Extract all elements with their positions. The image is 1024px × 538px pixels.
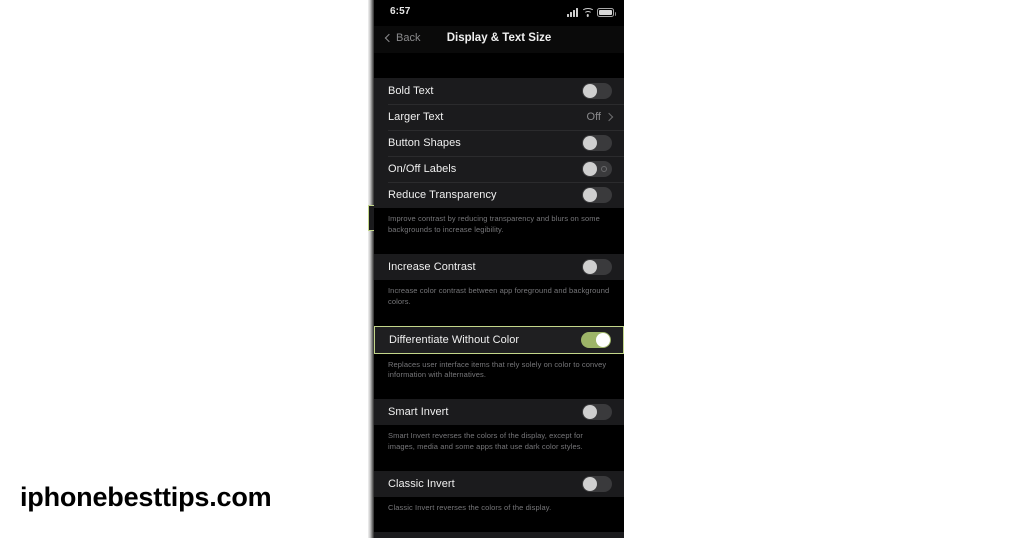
- settings-row-label: Larger Text: [388, 111, 444, 123]
- wifi-icon: [581, 8, 594, 17]
- settings-row-control: [582, 135, 612, 151]
- settings-row[interactable]: Increase Contrast: [374, 253, 624, 280]
- settings-row[interactable]: On/Off Labels: [374, 156, 624, 182]
- settings-row-control: [582, 476, 612, 492]
- toggle-knob: [596, 332, 610, 347]
- footer-text: Improve contrast by reducing transparenc…: [388, 214, 600, 234]
- footer-text: Classic Invert reverses the colors of th…: [388, 503, 552, 512]
- settings-row-label: Button Shapes: [388, 137, 461, 149]
- settings-group-footer: Classic Invert reverses the colors of th…: [374, 497, 624, 522]
- toggle-knob: [583, 477, 597, 491]
- toggle-switch[interactable]: [582, 161, 612, 177]
- toggle-switch[interactable]: [581, 331, 611, 348]
- settings-group: Bold Text Larger Text Off Button Shapes On/O…: [374, 78, 624, 208]
- toggle-knob: [583, 405, 597, 420]
- group-spacer: [374, 243, 624, 254]
- settings-row[interactable]: Button Shapes: [374, 130, 624, 156]
- settings-row[interactable]: Larger Text Off: [374, 104, 624, 130]
- toggle-switch[interactable]: [582, 404, 612, 421]
- settings-group-footer: Improve contrast by reducing transparenc…: [374, 208, 624, 244]
- group-spacer: [374, 461, 624, 471]
- settings-group: Classic Invert: [374, 471, 624, 497]
- settings-row-control: [582, 404, 612, 421]
- settings-row-label: Increase Contrast: [388, 260, 476, 273]
- screenshot-canvas: iphonebesttips.com 6:57 Back Display & T…: [0, 0, 1024, 538]
- settings-row-label: Bold Text: [388, 85, 434, 97]
- settings-group-footer: Smart Invert reverses the colors of the …: [374, 425, 624, 461]
- toggle-switch[interactable]: [582, 476, 612, 492]
- toggle-switch[interactable]: [582, 258, 612, 275]
- phone-frame: 6:57 Back Display & Text Size Bold Text …: [368, 0, 624, 538]
- settings-row[interactable]: Reduce Transparency: [374, 182, 624, 208]
- settings-row-label: Differentiate Without Color: [389, 333, 520, 346]
- settings-row-control: [582, 161, 612, 177]
- settings-row-control: [582, 187, 612, 203]
- navigation-bar: Back Display & Text Size: [374, 26, 624, 53]
- status-time: 6:57: [390, 6, 411, 17]
- settings-row-control: [581, 331, 611, 348]
- chevron-right-icon: [604, 112, 614, 122]
- settings-group-footer: Replaces user interface items that rely …: [374, 353, 624, 390]
- settings-row[interactable]: Color FiltersOff: [374, 531, 624, 538]
- toggle-knob: [583, 162, 597, 176]
- site-watermark: iphonebesttips.com: [20, 482, 272, 512]
- settings-group: Increase Contrast: [374, 253, 624, 280]
- group-spacer: [374, 315, 624, 326]
- settings-row-label: On/Off Labels: [388, 163, 457, 175]
- toggle-knob: [583, 136, 597, 150]
- settings-group: Differentiate Without Color: [375, 326, 623, 353]
- cellular-signal-icon: [567, 8, 578, 17]
- settings-row-control: [582, 258, 612, 275]
- settings-row[interactable]: Bold Text: [374, 78, 624, 104]
- settings-row-value: Off: [586, 111, 601, 123]
- settings-row-control: Off: [586, 111, 614, 123]
- settings-row-control: [582, 83, 612, 99]
- footer-text: Smart Invert reverses the colors of the …: [388, 431, 584, 452]
- settings-row[interactable]: Differentiate Without Color: [375, 326, 623, 353]
- nav-gap: [374, 53, 624, 78]
- status-icons: [567, 8, 616, 17]
- settings-group-footer: Increase color contrast between app fore…: [374, 279, 624, 316]
- settings-group: Color FiltersOff: [374, 531, 624, 538]
- highlighted-setting: Differentiate Without Color: [374, 325, 624, 354]
- toggle-knob: [583, 188, 597, 202]
- toggle-switch[interactable]: [582, 83, 612, 99]
- settings-row-label: Reduce Transparency: [388, 189, 497, 201]
- toggle-switch[interactable]: [582, 135, 612, 151]
- footer-text: Increase color contrast between app fore…: [388, 285, 610, 306]
- highlight-artifact: [368, 205, 374, 231]
- group-spacer: [374, 521, 624, 532]
- toggle-knob: [583, 84, 597, 98]
- settings-list: Bold Text Larger Text Off Button Shapes On/O…: [374, 78, 624, 538]
- status-bar: 6:57: [374, 0, 624, 26]
- footer-text: Replaces user interface items that rely …: [388, 359, 607, 380]
- group-spacer: [374, 389, 624, 400]
- page-title: Display & Text Size: [446, 32, 552, 44]
- battery-icon: [597, 8, 616, 17]
- settings-row[interactable]: Classic Invert: [374, 471, 624, 497]
- settings-row-label: Classic Invert: [388, 478, 455, 490]
- off-label-icon: [601, 165, 607, 172]
- settings-row[interactable]: Smart Invert: [374, 399, 624, 426]
- toggle-knob: [583, 259, 597, 274]
- settings-group: Smart Invert: [374, 399, 624, 426]
- settings-row-label: Smart Invert: [388, 406, 449, 419]
- toggle-switch[interactable]: [582, 187, 612, 203]
- phone-screen: 6:57 Back Display & Text Size Bold Text …: [374, 0, 624, 538]
